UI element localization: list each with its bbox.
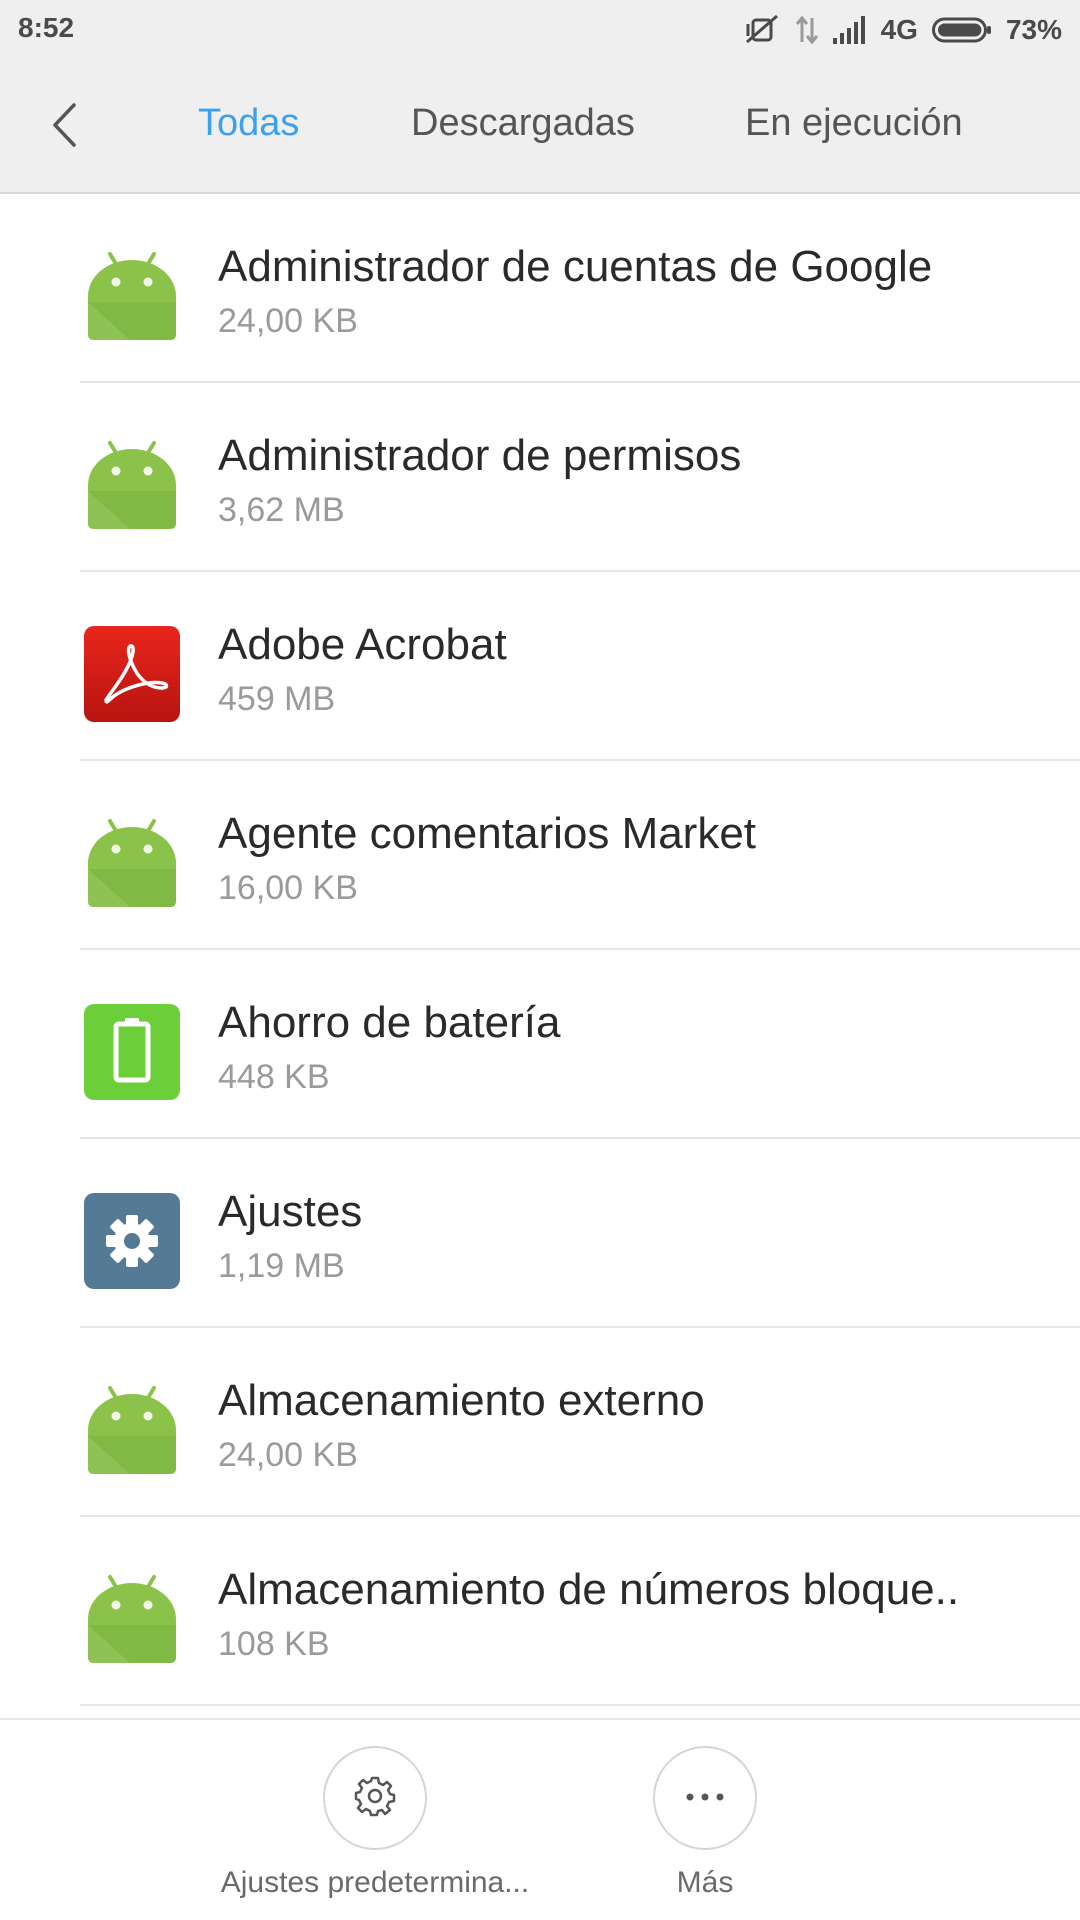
app-name: Almacenamiento externo xyxy=(218,1376,705,1425)
android-icon xyxy=(84,1571,180,1667)
default-settings-label: Ajustes predetermina... xyxy=(220,1866,530,1899)
tab-descargadas[interactable]: Descargadas xyxy=(411,102,635,145)
app-name: Administrador de permisos xyxy=(218,431,742,480)
list-item[interactable]: Ahorro de batería 448 KB xyxy=(0,950,1080,1139)
vibrate-off-icon xyxy=(745,14,781,46)
settings-gear-icon xyxy=(84,1193,180,1289)
app-size: 108 KB xyxy=(218,1625,330,1663)
app-name: Administrador de cuentas de Google xyxy=(218,242,933,291)
app-list: Administrador de cuentas de Google 24,00… xyxy=(0,194,1080,1706)
list-item[interactable]: Administrador de permisos 3,62 MB xyxy=(0,383,1080,572)
gear-icon xyxy=(353,1774,397,1823)
signal-icon xyxy=(832,16,867,44)
app-name: Ahorro de batería xyxy=(218,998,561,1047)
default-settings-circle[interactable] xyxy=(323,1746,427,1850)
app-size: 448 KB xyxy=(218,1058,330,1096)
status-icons: 4G 73% xyxy=(745,10,1062,50)
list-item[interactable]: Administrador de cuentas de Google 24,00… xyxy=(0,194,1080,383)
android-icon xyxy=(84,437,180,533)
acrobat-icon xyxy=(84,626,180,722)
back-button[interactable] xyxy=(30,92,100,162)
battery-percent: 73% xyxy=(1005,14,1062,45)
list-item[interactable]: Almacenamiento de números bloque.. 108 K… xyxy=(0,1517,1080,1706)
bottom-action-bar: Ajustes predetermina... Más xyxy=(0,1718,1080,1920)
list-item[interactable]: Ajustes 1,19 MB xyxy=(0,1139,1080,1328)
android-icon xyxy=(84,1382,180,1478)
more-dots-icon xyxy=(685,1789,725,1807)
android-icon xyxy=(84,248,180,344)
app-name: Agente comentarios Market xyxy=(218,809,757,858)
app-name: Adobe Acrobat xyxy=(218,620,507,669)
tab-todas[interactable]: Todas xyxy=(198,102,299,145)
status-bar: 8:52 4G 73% xyxy=(0,0,1080,62)
app-size: 24,00 KB xyxy=(218,302,358,340)
chevron-left-icon xyxy=(50,102,80,153)
app-size: 16,00 KB xyxy=(218,869,358,907)
app-size: 1,19 MB xyxy=(218,1247,345,1285)
app-name: Ajustes xyxy=(218,1187,363,1236)
data-arrows-icon xyxy=(795,14,819,46)
more-circle[interactable] xyxy=(653,1746,757,1850)
tab-en-ejecucion[interactable]: En ejecución xyxy=(745,102,963,145)
default-settings-button[interactable]: Ajustes predetermina... xyxy=(195,1746,555,1900)
list-item[interactable]: Agente comentarios Market 16,00 KB xyxy=(0,761,1080,950)
app-name: Almacenamiento de números bloque.. xyxy=(218,1565,960,1614)
status-time: 8:52 xyxy=(18,12,75,43)
more-button[interactable]: Más xyxy=(525,1746,885,1900)
app-size: 24,00 KB xyxy=(218,1436,358,1474)
list-item[interactable]: Almacenamiento externo 24,00 KB xyxy=(0,1328,1080,1517)
more-label: Más xyxy=(676,1866,734,1899)
tab-bar: Todas Descargadas En ejecución xyxy=(0,62,1080,194)
list-item[interactable]: Adobe Acrobat 459 MB xyxy=(0,572,1080,761)
battery-icon xyxy=(931,16,992,44)
app-size: 3,62 MB xyxy=(218,491,345,529)
android-icon xyxy=(84,815,180,911)
battery-saver-icon xyxy=(84,1004,180,1100)
app-size: 459 MB xyxy=(218,680,336,718)
network-type: 4G xyxy=(880,14,918,45)
